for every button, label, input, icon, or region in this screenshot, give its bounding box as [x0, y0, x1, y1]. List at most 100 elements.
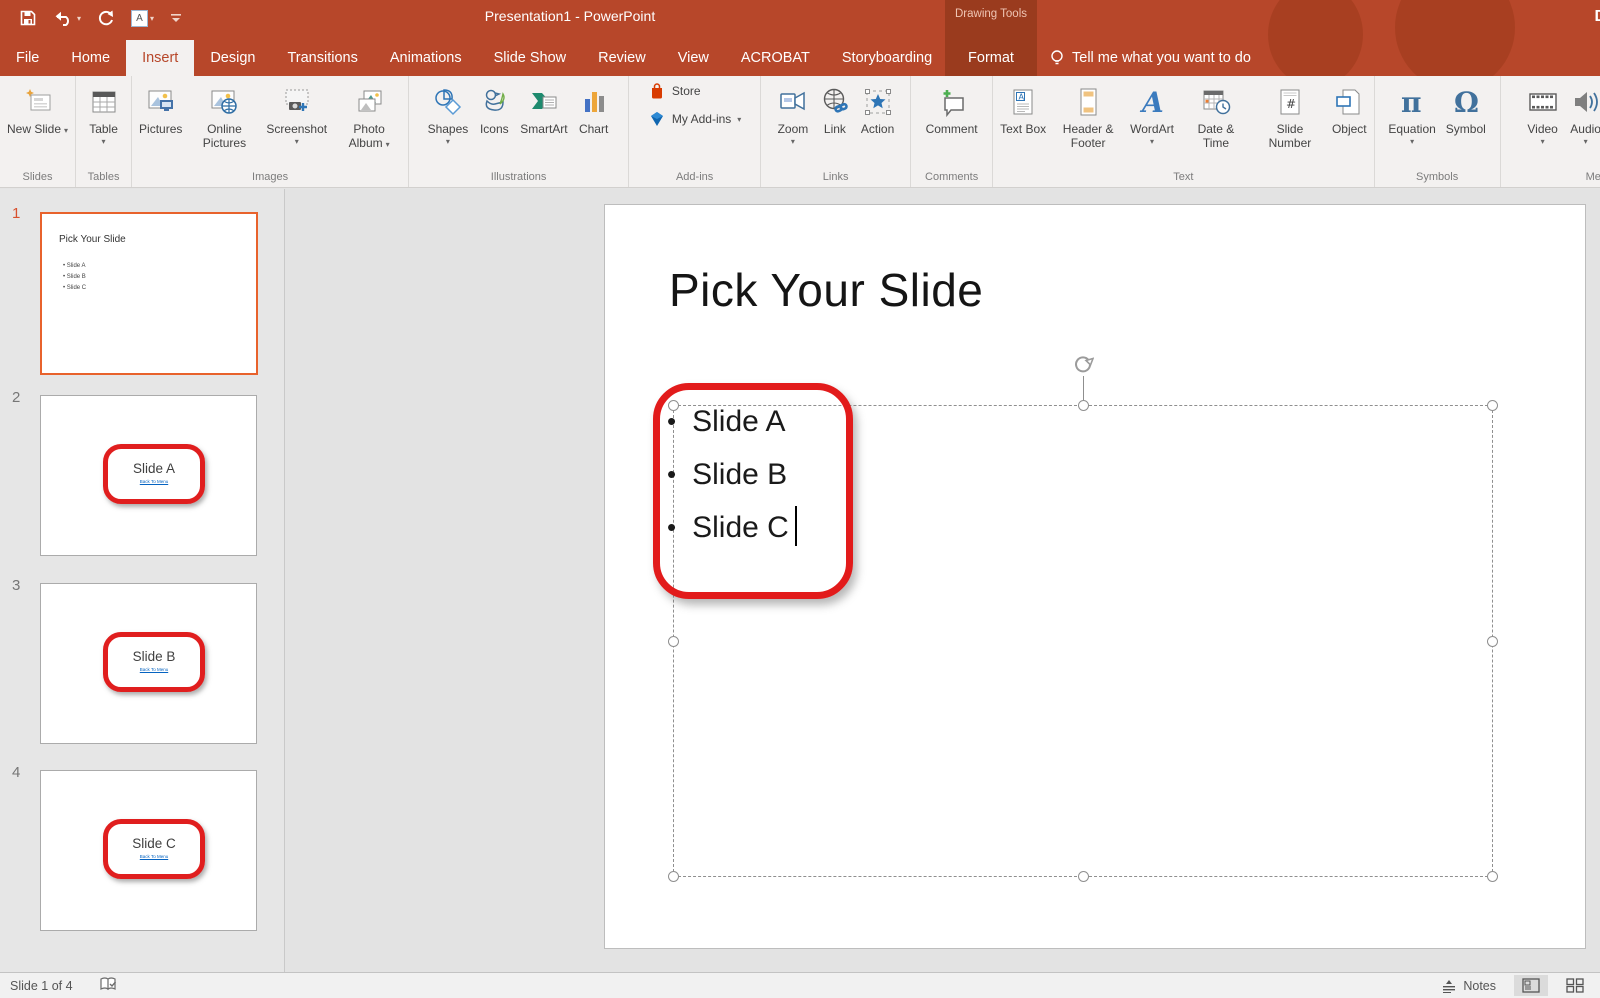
action-star-icon — [862, 82, 894, 122]
button-label: Date & Time — [1198, 122, 1235, 150]
store-bag-icon — [648, 82, 666, 100]
tab-review[interactable]: Review — [582, 40, 662, 76]
thumbnail-slide-3[interactable]: Slide B Back To Menu — [40, 583, 257, 744]
new-slide-button[interactable]: New Slide▾ — [2, 78, 73, 169]
thumbnail-number-2: 2 — [12, 389, 20, 406]
zoom-button[interactable]: Zoom▾ — [772, 78, 814, 169]
tab-animations[interactable]: Animations — [374, 40, 478, 76]
resize-handle-middle-right[interactable] — [1487, 636, 1498, 647]
audio-button[interactable]: Audio▾ — [1565, 78, 1600, 169]
tab-storyboarding[interactable]: Storyboarding — [826, 40, 948, 76]
video-button[interactable]: Video▾ — [1521, 78, 1565, 169]
photo-album-button[interactable]: Photo Album▾ — [332, 78, 406, 169]
action-button[interactable]: Action — [856, 78, 899, 169]
tab-home[interactable]: Home — [55, 40, 126, 76]
duck-icon — [478, 82, 510, 122]
svg-text:#: # — [1286, 97, 1296, 111]
resize-handle-bottom-left[interactable] — [668, 871, 679, 882]
chart-button[interactable]: Chart — [573, 78, 615, 169]
group-label-links: Links — [763, 169, 908, 187]
tab-insert[interactable]: Insert — [126, 40, 194, 76]
slide-sorter-view-button[interactable] — [1558, 975, 1592, 996]
tab-view[interactable]: View — [662, 40, 725, 76]
resize-handle-bottom-middle[interactable] — [1078, 871, 1089, 882]
thumbnail-3-title: Slide B — [108, 649, 200, 664]
group-label-add-ins: Add-ins — [631, 169, 758, 187]
tab-acrobat[interactable]: ACROBAT — [725, 40, 826, 76]
ribbon-group-images: Pictures Online Pictures Screenshot▾ — [132, 76, 409, 187]
resize-handle-top-middle[interactable] — [1078, 400, 1089, 411]
resize-handle-top-right[interactable] — [1487, 400, 1498, 411]
ribbon-group-illustrations: Shapes▾ Icons SmartArt — [409, 76, 629, 187]
spell-check-icon[interactable] — [99, 976, 119, 996]
ribbon-group-tables: Table▾ Tables — [76, 76, 132, 187]
svg-text:π: π — [1401, 86, 1422, 118]
online-pictures-button[interactable]: Online Pictures — [187, 78, 261, 169]
decorative-blob — [1268, 0, 1363, 76]
font-style-a-icon[interactable]: A▾ — [126, 8, 159, 29]
date-time-button[interactable]: Date & Time — [1179, 78, 1253, 169]
equation-button[interactable]: π Equation▾ — [1383, 78, 1440, 169]
button-label: Link — [824, 122, 846, 136]
thumbnail-bullet: Slide C — [63, 283, 86, 294]
comment-button[interactable]: Comment — [921, 78, 983, 169]
ribbon-group-media: Video▾ Audio▾ Screen Recording Media — [1501, 76, 1600, 187]
button-label: Comment — [926, 122, 978, 136]
my-add-ins-button[interactable]: My Add-ins ▾ — [648, 110, 741, 128]
pictures-icon — [145, 82, 177, 122]
chart-icon — [578, 82, 610, 122]
wordart-button[interactable]: A WordArt▾ — [1125, 78, 1179, 169]
tab-file[interactable]: File — [0, 40, 55, 76]
annotation-red-box: Slide A Back To Menu — [103, 444, 205, 504]
undo-icon[interactable]: ▾ — [48, 7, 86, 29]
slide-editing-area[interactable]: Pick Your Slide Slide A Slide B Slid — [604, 204, 1586, 949]
decorative-blob — [1395, 0, 1515, 76]
icons-button[interactable]: Icons — [473, 78, 515, 169]
rotate-handle-icon[interactable] — [1072, 354, 1094, 381]
back-to-menu-link[interactable]: Back To Menu — [108, 667, 200, 672]
smartart-icon — [528, 82, 560, 122]
tab-design[interactable]: Design — [194, 40, 271, 76]
shapes-button[interactable]: Shapes▾ — [423, 78, 474, 169]
thumbnail-slide-2[interactable]: Slide A Back To Menu — [40, 395, 257, 556]
button-label: Object — [1332, 122, 1367, 136]
tab-format[interactable]: Format — [945, 40, 1037, 76]
slide-title[interactable]: Pick Your Slide — [669, 263, 983, 317]
tell-me-box[interactable]: Tell me what you want to do — [1050, 40, 1251, 76]
annotation-red-box: Slide C Back To Menu — [103, 819, 205, 879]
screenshot-button[interactable]: Screenshot▾ — [261, 78, 332, 169]
save-icon[interactable] — [14, 7, 42, 29]
thumbnail-slide-4[interactable]: Slide C Back To Menu — [40, 770, 257, 931]
thumbnail-1-bullets: Slide A Slide B Slide C — [63, 261, 86, 294]
audio-icon — [1570, 82, 1600, 122]
back-to-menu-link[interactable]: Back To Menu — [108, 854, 200, 859]
customize-quick-access-icon[interactable] — [165, 9, 187, 27]
powerpoint-window: ▾ A▾ Presentation1 - PowerPoint Drawing … — [0, 0, 1600, 998]
drawing-tools-label: Drawing Tools — [945, 8, 1037, 20]
resize-handle-middle-left[interactable] — [668, 636, 679, 647]
table-button[interactable]: Table▾ — [83, 78, 125, 169]
resize-handle-bottom-right[interactable] — [1487, 871, 1498, 882]
back-to-menu-link[interactable]: Back To Menu — [108, 479, 200, 484]
normal-view-button[interactable] — [1514, 975, 1548, 996]
thumbnail-bullet: Slide B — [63, 272, 86, 283]
link-button[interactable]: Link — [814, 78, 856, 169]
symbol-button[interactable]: Ω Symbol — [1441, 78, 1491, 169]
tab-transitions[interactable]: Transitions — [271, 40, 373, 76]
slide-thumbnail-panel: 1 Pick Your Slide Slide A Slide B Slide … — [0, 189, 285, 972]
text-box-button[interactable]: A Text Box — [995, 78, 1051, 169]
undo-dropdown-caret[interactable]: ▾ — [77, 14, 81, 23]
object-button[interactable]: Object — [1327, 78, 1372, 169]
store-button[interactable]: Store — [648, 82, 741, 100]
shapes-icon — [432, 82, 464, 122]
redo-icon[interactable] — [92, 7, 120, 29]
slide-number-button[interactable]: # Slide Number — [1253, 78, 1327, 169]
button-label: Photo Album — [349, 122, 385, 150]
tab-slide-show[interactable]: Slide Show — [478, 40, 583, 76]
thumbnail-slide-1[interactable]: Pick Your Slide Slide A Slide B Slide C — [40, 212, 258, 375]
header-footer-button[interactable]: Header & Footer — [1051, 78, 1125, 169]
status-bar: Slide 1 of 4 Notes — [0, 972, 1600, 998]
notes-button[interactable]: Notes — [1433, 976, 1504, 996]
pictures-button[interactable]: Pictures — [134, 78, 187, 169]
smartart-button[interactable]: SmartArt — [515, 78, 572, 169]
